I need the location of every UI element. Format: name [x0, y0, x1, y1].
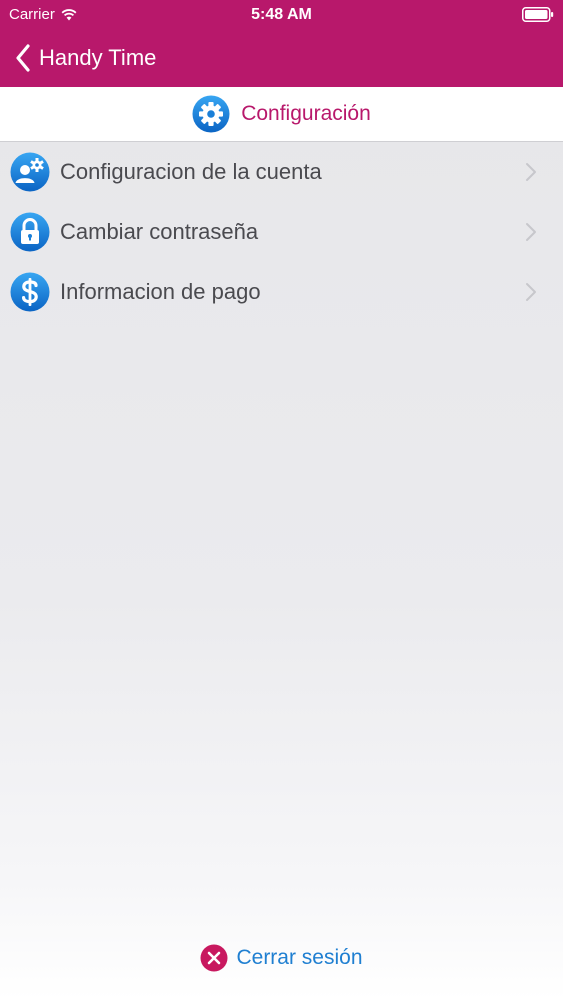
menu-item-label: Configuracion de la cuenta [60, 159, 322, 184]
dollar-icon [10, 272, 50, 312]
menu-item-account-settings[interactable]: Configuracion de la cuenta [0, 142, 563, 202]
status-time: 5:48 AM [251, 6, 312, 23]
chevron-left-icon [16, 44, 30, 72]
menu-item-payment-info[interactable]: Informacion de pago [0, 262, 563, 322]
back-label: Handy Time [39, 45, 157, 70]
logout-button[interactable]: Cerrar sesión [0, 940, 563, 976]
logout-label: Cerrar sesión [236, 946, 363, 969]
page-title: Configuración [241, 102, 371, 125]
battery-icon [522, 7, 554, 22]
nav-row: Handy Time [0, 38, 563, 78]
chevron-right-icon [526, 163, 536, 181]
menu-item-label: Cambiar contraseña [60, 219, 259, 244]
menu-item-change-password[interactable]: Cambiar contraseña [0, 202, 563, 262]
menu-item-label: Informacion de pago [60, 279, 261, 304]
chevron-right-icon [526, 283, 536, 301]
lock-icon [10, 212, 50, 252]
close-circle-icon [200, 944, 228, 972]
section-header: Configuración [0, 87, 563, 142]
settings-menu: Configuracion de la cuenta Cambiar contr… [0, 142, 563, 322]
gear-icon [192, 95, 230, 133]
user-settings-icon [10, 152, 50, 192]
navigation-bar: Carrier 5:48 AM Handy Time [0, 0, 563, 87]
back-button[interactable]: Handy Time [0, 44, 156, 72]
status-bar: Carrier 5:48 AM [0, 0, 563, 30]
chevron-right-icon [526, 223, 536, 241]
